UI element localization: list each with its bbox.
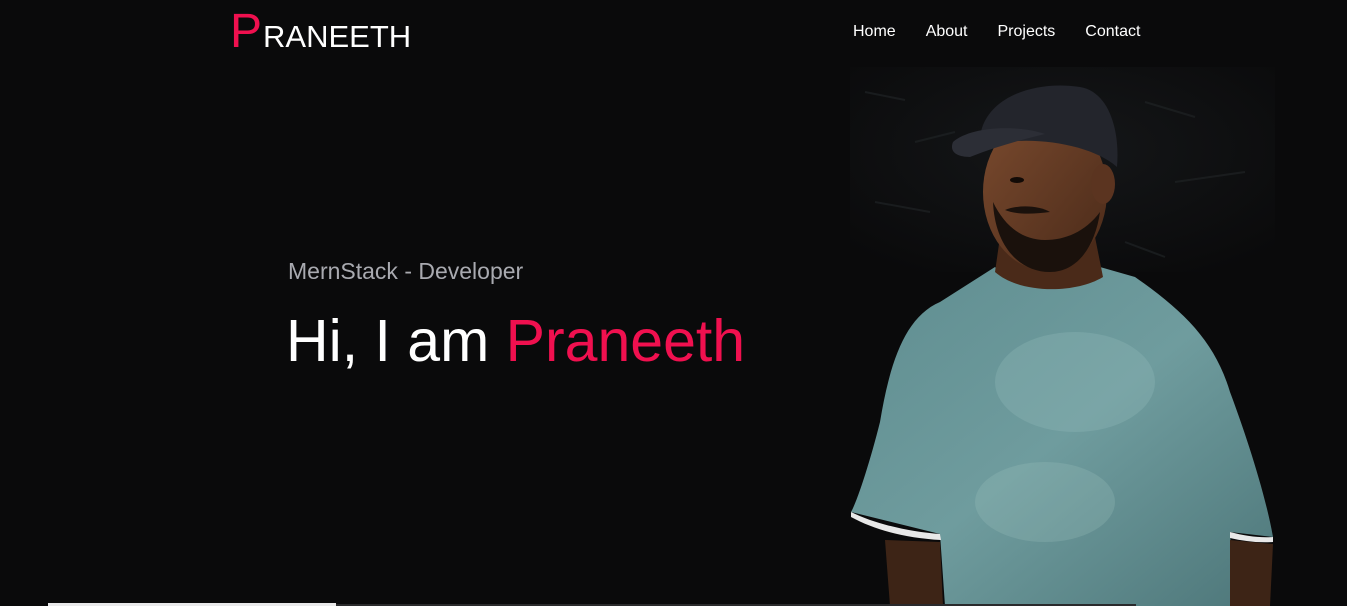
- logo-initial: P: [230, 5, 263, 58]
- profile-photo: [845, 62, 1280, 606]
- page: P RANEETH Home About Projects Contact Me…: [0, 0, 1347, 606]
- hero-name: Praneeth: [505, 308, 746, 374]
- nav-link-home[interactable]: Home: [853, 23, 896, 41]
- hero-subtitle: MernStack - Developer: [288, 258, 524, 284]
- logo-text: RANEETH: [263, 19, 412, 54]
- hero-headline: Hi, I am Praneeth: [286, 308, 745, 374]
- hero-greeting: Hi, I am: [286, 308, 506, 374]
- site-logo[interactable]: P RANEETH: [230, 8, 411, 56]
- nav-link-about[interactable]: About: [926, 23, 968, 41]
- nav-link-contact[interactable]: Contact: [1085, 23, 1140, 41]
- main-nav: Home About Projects Contact: [853, 23, 1140, 41]
- nav-link-projects[interactable]: Projects: [998, 23, 1056, 41]
